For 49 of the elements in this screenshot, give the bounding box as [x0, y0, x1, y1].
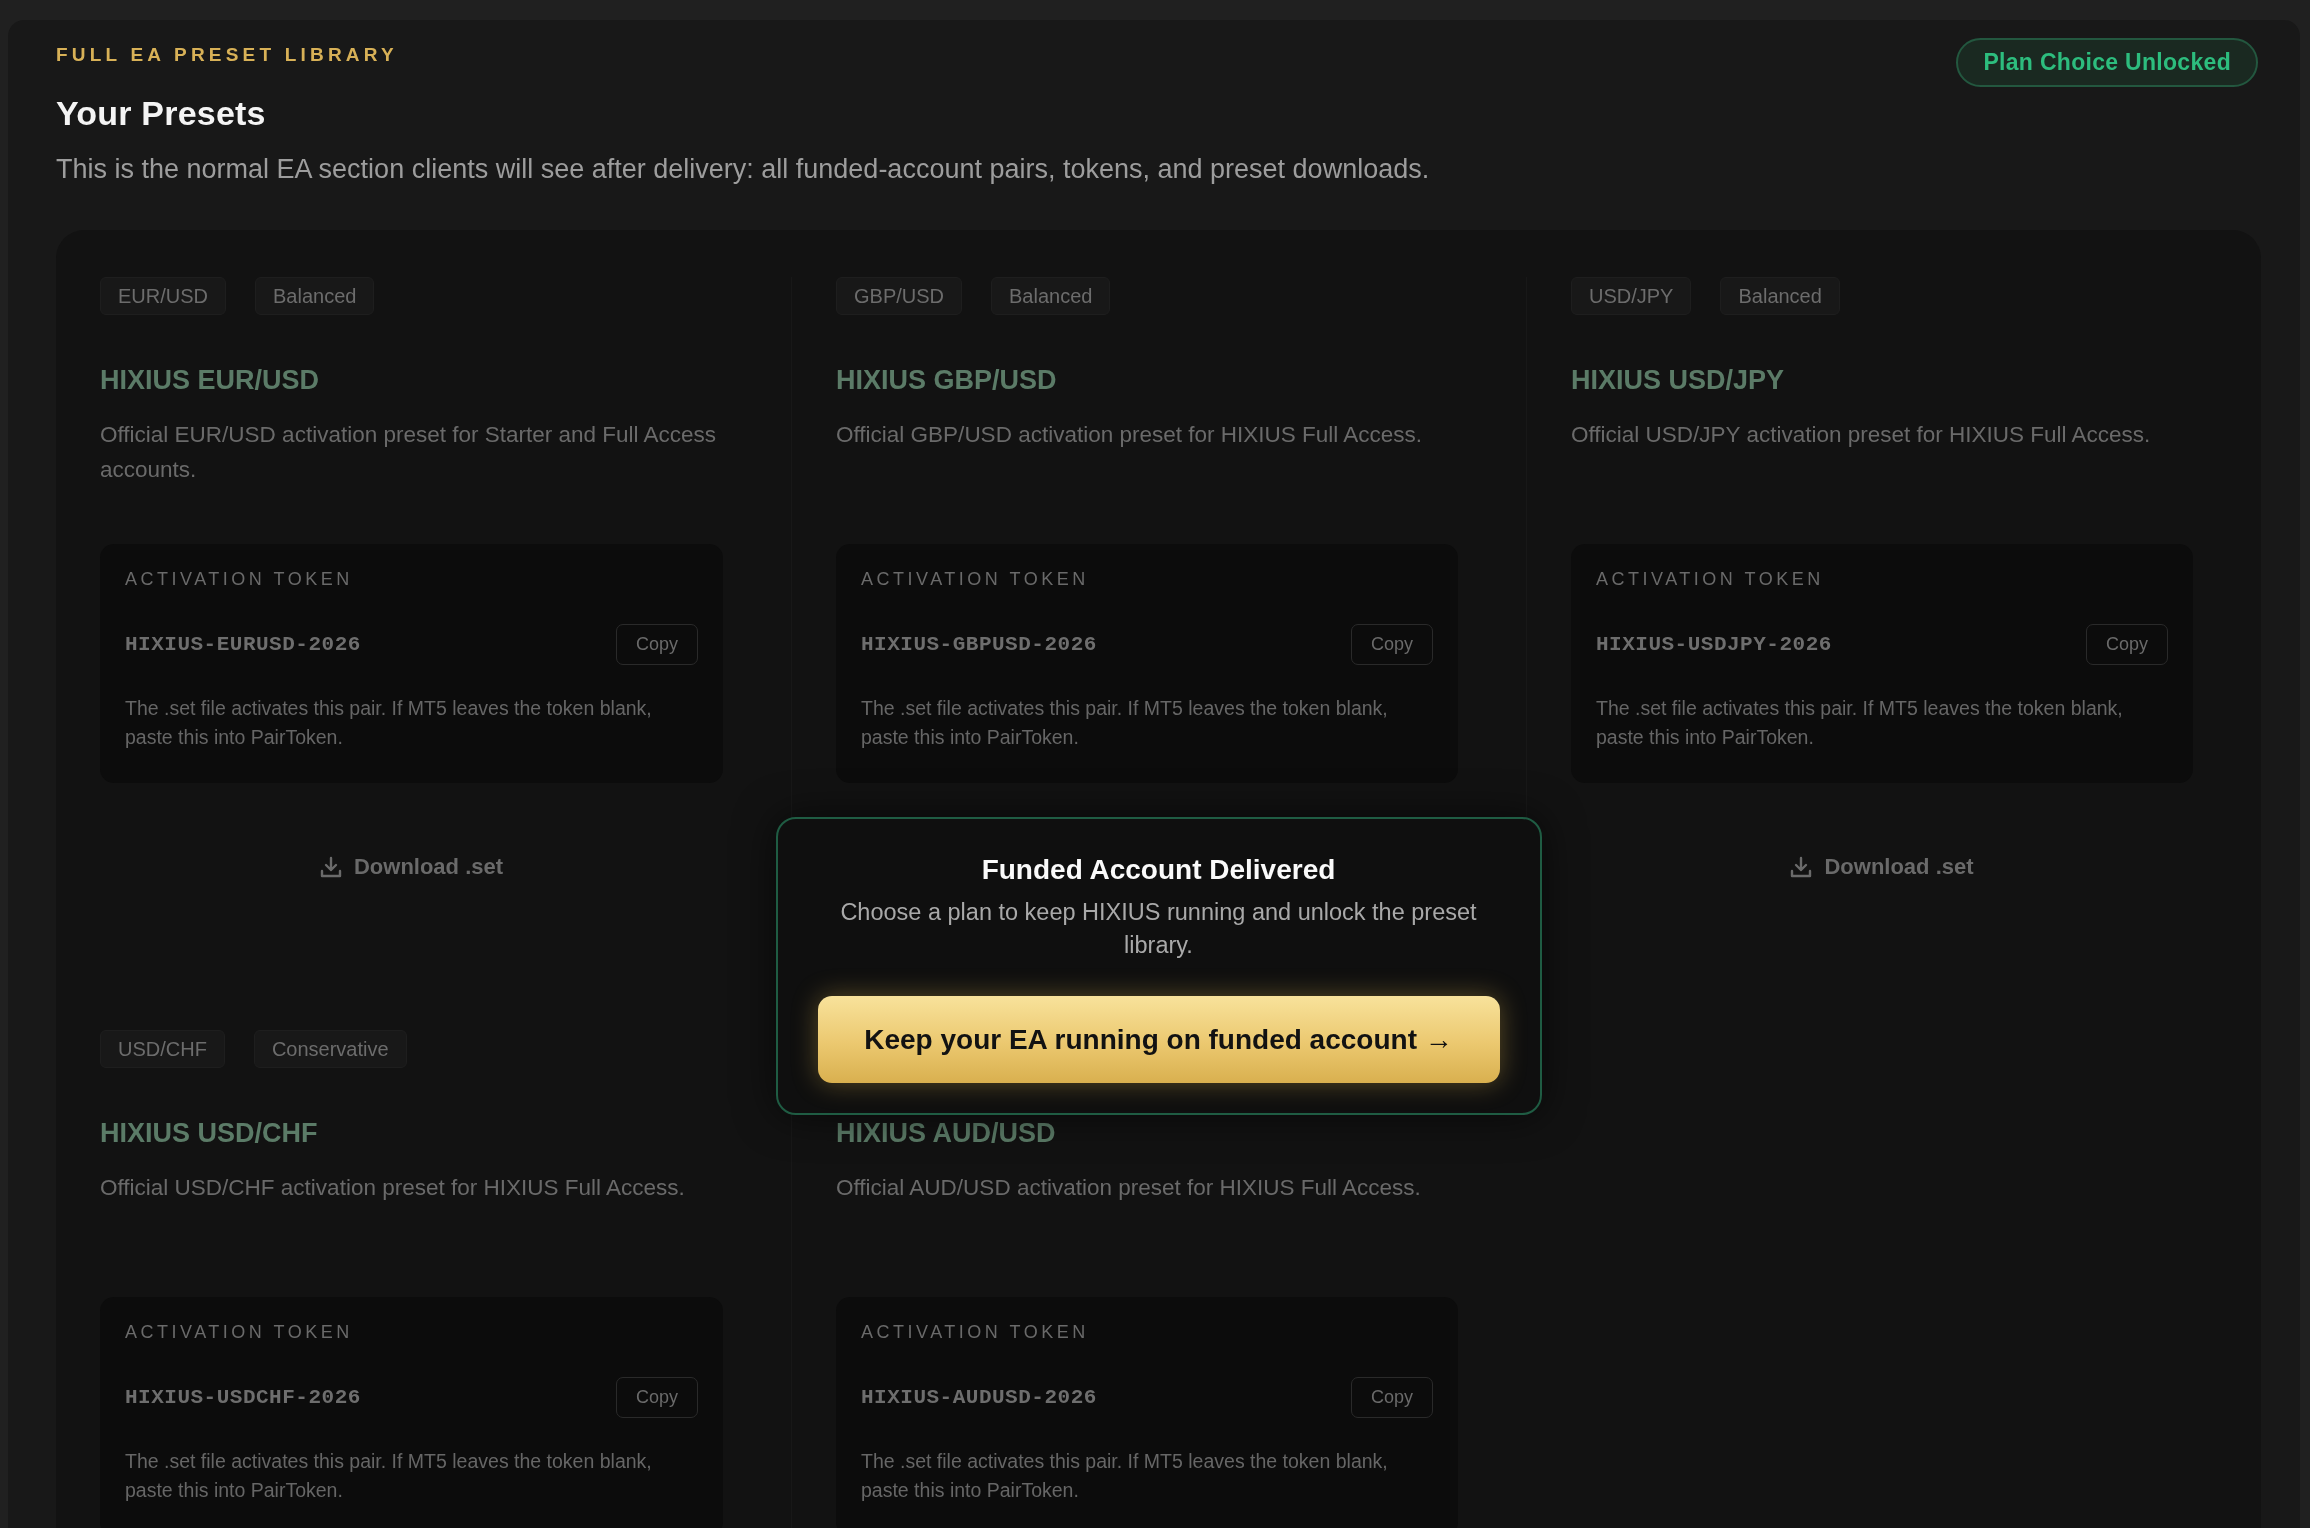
- download-button[interactable]: Download .set: [1786, 842, 1978, 892]
- token-value: HIXIUS-GBPUSD-2026: [861, 633, 1097, 656]
- preset-tag: Balanced: [1720, 277, 1840, 315]
- token-note: The .set file activates this pair. If MT5 leaves the token blank, paste this into PairToken.: [861, 1449, 1389, 1503]
- page-title: Your Presets: [56, 93, 266, 134]
- dialog-message: Choose a plan to keep HIXIUS running and unlock the preset library.: [839, 898, 1478, 960]
- token-value: HIXIUS-USDCHF-2026: [125, 1386, 361, 1409]
- preset-tag: Balanced: [991, 277, 1111, 315]
- preset-description: Official EUR/USD activation preset for Starter and Full Access accounts.: [100, 421, 718, 484]
- section-eyebrow: FULL EA PRESET LIBRARY: [56, 43, 398, 67]
- token-label: ACTIVATION TOKEN: [861, 568, 1089, 591]
- token-value: HIXIUS-AUDUSD-2026: [861, 1386, 1097, 1409]
- preset-title: HIXIUS USD/JPY: [1571, 364, 1785, 397]
- preset-description: Official USD/JPY activation preset for HIXIUS Full Access.: [1571, 421, 2152, 449]
- preset-tag: GBP/USD: [836, 277, 963, 315]
- copy-button[interactable]: Copy: [1351, 1377, 1433, 1418]
- copy-button[interactable]: Copy: [1351, 624, 1433, 665]
- token-note: The .set file activates this pair. If MT5 leaves the token blank, paste this into PairToken.: [125, 696, 653, 750]
- token-note: The .set file activates this pair. If MT5 leaves the token blank, paste this into PairToken.: [125, 1449, 653, 1503]
- token-label: ACTIVATION TOKEN: [125, 568, 353, 591]
- preset-tag: USD/JPY: [1571, 277, 1692, 315]
- token-label: ACTIVATION TOKEN: [1596, 568, 1824, 591]
- download-icon: [1790, 856, 1813, 878]
- copy-button[interactable]: Copy: [616, 624, 698, 665]
- preset-tag: EUR/USD: [100, 277, 226, 315]
- preset-description: Official AUD/USD activation preset for HIXIUS Full Access.: [836, 1174, 1422, 1202]
- preset-description: Official USD/CHF activation preset for HIXIUS Full Access.: [100, 1174, 686, 1202]
- token-label: ACTIVATION TOKEN: [125, 1321, 353, 1344]
- download-icon: [319, 856, 342, 878]
- plan-status-badge: Plan Choice Unlocked: [1956, 38, 2258, 87]
- preset-title: HIXIUS EUR/USD: [100, 364, 320, 397]
- token-note: The .set file activates this pair. If MT5 leaves the token blank, paste this into PairToken.: [861, 696, 1389, 750]
- copy-button[interactable]: Copy: [616, 1377, 698, 1418]
- page-description: This is the normal EA section clients will see after delivery: all funded-account pairs, tokens, and preset downloads.: [56, 153, 1430, 185]
- dialog-title: Funded Account Delivered: [980, 853, 1337, 887]
- preset-tag: Balanced: [255, 277, 375, 315]
- preset-title: HIXIUS GBP/USD: [836, 364, 1057, 397]
- copy-button[interactable]: Copy: [2086, 624, 2168, 665]
- upgrade-button[interactable]: Keep your EA running on funded account →: [817, 996, 1500, 1083]
- preset-title: HIXIUS AUD/USD: [836, 1117, 1056, 1150]
- preset-title: HIXIUS USD/CHF: [100, 1117, 318, 1150]
- preset-description: Official GBP/USD activation preset for HIXIUS Full Access.: [836, 421, 1424, 449]
- token-label: ACTIVATION TOKEN: [861, 1321, 1089, 1344]
- token-value: HIXIUS-USDJPY-2026: [1596, 633, 1832, 656]
- preset-tag: Conservative: [253, 1030, 407, 1068]
- download-button[interactable]: Download .set: [315, 842, 508, 892]
- preset-tag: USD/CHF: [100, 1030, 225, 1068]
- token-value: HIXIUS-EURUSD-2026: [125, 633, 361, 656]
- token-note: The .set file activates this pair. If MT5 leaves the token blank, paste this into PairToken.: [1596, 696, 2124, 750]
